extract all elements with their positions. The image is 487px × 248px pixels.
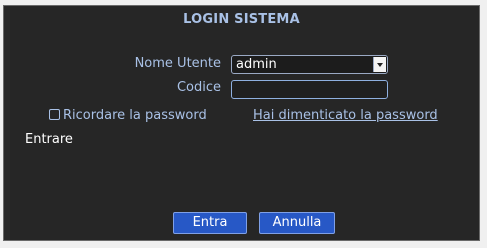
password-input[interactable] — [231, 80, 388, 99]
password-label: Codice — [176, 80, 221, 95]
username-select[interactable]: admin — [231, 55, 388, 74]
dialog-title: LOGIN SISTEMA — [183, 12, 300, 27]
username-label: Nome Utente — [134, 56, 221, 71]
forgot-password-link[interactable]: Hai dimenticato la password — [253, 108, 438, 123]
login-dialog: LOGIN SISTEMA Nome Utente admin Codice R… — [3, 5, 480, 241]
remember-password-checkbox[interactable] — [49, 109, 60, 120]
username-value: admin — [236, 57, 277, 72]
remember-password-label[interactable]: Ricordare la password — [63, 108, 207, 123]
chevron-down-icon[interactable] — [373, 57, 386, 72]
cancel-button[interactable]: Annulla — [259, 212, 335, 234]
status-text: Entrare — [25, 132, 73, 147]
login-button[interactable]: Entra — [173, 212, 247, 234]
